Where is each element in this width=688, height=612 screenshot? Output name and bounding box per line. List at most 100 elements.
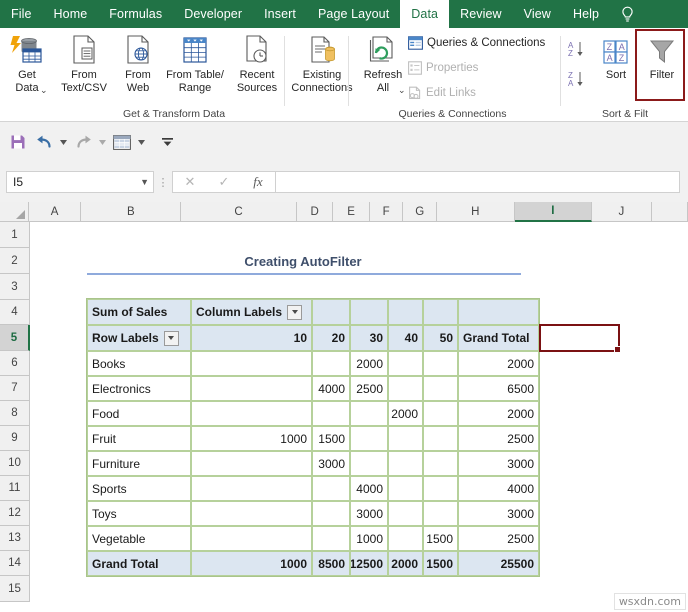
queries-connections-button[interactable]: Queries & Connections (408, 36, 545, 50)
pivot-cell-e (350, 426, 388, 451)
column-header-D[interactable]: D (297, 202, 334, 222)
recent-sources-button[interactable]: Recent Sources (228, 32, 286, 94)
confirm-icon[interactable]: ✓ (207, 172, 241, 192)
cancel-icon[interactable]: ✕ (173, 172, 207, 192)
row-header-2[interactable]: 2 (0, 248, 30, 274)
pivot-head-blank-g (423, 299, 458, 325)
row-header-15[interactable]: 15 (0, 576, 30, 602)
svg-text:Z: Z (619, 53, 625, 63)
pivot-cell-g (423, 476, 458, 501)
name-box[interactable]: I5 ▼ (6, 171, 154, 193)
column-header-C[interactable]: C (181, 202, 297, 222)
filter-label: Filter (649, 69, 675, 81)
existing-connections-label: Existing Connections (291, 69, 353, 94)
row-header-5[interactable]: 5 (0, 325, 30, 351)
pivot-cell-total: 3000 (458, 501, 539, 526)
tab-developer[interactable]: Developer (173, 0, 253, 28)
column-header-A[interactable]: A (28, 202, 82, 222)
pivot-row-label: Books (87, 351, 191, 376)
from-web-button[interactable]: From Web (112, 32, 164, 94)
row-header-4[interactable]: 4 (0, 300, 30, 325)
table-icon[interactable] (110, 130, 134, 154)
formula-input[interactable] (275, 171, 680, 193)
properties-button: Properties (408, 61, 478, 75)
save-icon[interactable] (6, 130, 30, 154)
row-header-3[interactable]: 3 (0, 274, 30, 300)
column-header-G[interactable]: G (403, 202, 437, 222)
row-header-12[interactable]: 12 (0, 501, 30, 526)
tab-view[interactable]: View (513, 0, 562, 28)
row-header-14[interactable]: 14 (0, 551, 30, 576)
pivot-row-labels-text: Row Labels (92, 331, 159, 345)
tab-file[interactable]: File (0, 0, 43, 28)
row-header-column: 1 2 3 4 5 6 7 8 9 10 11 12 13 14 15 (0, 222, 30, 602)
undo-chevron-down-icon[interactable] (58, 130, 69, 154)
recent-sources-icon (243, 32, 271, 66)
sort-descending-button[interactable]: Z A (568, 70, 590, 93)
row-header-9[interactable]: 9 (0, 426, 30, 451)
edit-links-label: Edit Links (426, 87, 476, 99)
from-text-csv-button[interactable]: From Text/CSV (54, 32, 114, 94)
group-divider (560, 36, 561, 106)
properties-icon (408, 61, 422, 75)
refresh-all-icon (367, 32, 399, 66)
tab-help[interactable]: Help (562, 0, 610, 28)
pivot-cell-d (312, 401, 350, 426)
column-header-B[interactable]: B (81, 202, 182, 222)
row-header-11[interactable]: 11 (0, 476, 30, 501)
pivot-sum-of-sales: Sum of Sales (87, 299, 191, 325)
table-chevron-down-icon[interactable] (136, 130, 147, 154)
ribbon-group-queries-connections: Refresh All ⌄ Queries & Connections Prop… (350, 28, 555, 122)
column-header-I[interactable]: I (514, 202, 593, 222)
pivot-column-labels-text: Column Labels (196, 305, 283, 319)
tab-insert[interactable]: Insert (253, 0, 307, 28)
column-header-H[interactable]: H (436, 202, 515, 222)
pivot-cell-total: 4000 (458, 476, 539, 501)
tab-home[interactable]: Home (43, 0, 99, 28)
lightbulb-icon[interactable] (610, 0, 644, 28)
row-header-13[interactable]: 13 (0, 526, 30, 551)
name-box-chevron-down-icon[interactable]: ▼ (140, 177, 149, 187)
edit-links-icon (409, 86, 421, 99)
pivot-row-label: Furniture (87, 451, 191, 476)
row-header-6[interactable]: 6 (0, 351, 30, 376)
pivot-grand-total-e: 12500 (350, 551, 388, 576)
column-header-E[interactable]: E (333, 202, 370, 222)
redo-icon[interactable] (71, 130, 95, 154)
more-options-icon[interactable] (155, 130, 179, 154)
pivot-cell-f (388, 351, 423, 376)
pivot-cell-c (191, 451, 312, 476)
column-header-K[interactable] (651, 202, 688, 222)
svg-text:Z: Z (568, 49, 573, 58)
pivot-cell-d (312, 476, 350, 501)
formula-bar-handle[interactable]: ⋮ (154, 176, 172, 189)
refresh-all-chevron-down-icon[interactable]: ⌄ (398, 85, 406, 96)
from-table-range-button[interactable]: From Table/ Range (160, 32, 230, 94)
sort-ascending-button[interactable]: A Z (568, 40, 590, 63)
filter-button[interactable]: Filter (640, 32, 684, 82)
pivot-col-header-40: 40 (388, 325, 423, 351)
row-header-10[interactable]: 10 (0, 451, 30, 476)
get-data-chevron-down-icon[interactable]: ⌄ (40, 85, 48, 96)
selected-cell-I5[interactable] (539, 324, 621, 353)
tab-page-layout[interactable]: Page Layout (307, 0, 400, 28)
pivot-head-blank-f (388, 299, 423, 325)
undo-icon[interactable] (32, 130, 56, 154)
tab-data[interactable]: Data (400, 0, 450, 28)
tab-formulas[interactable]: Formulas (98, 0, 173, 28)
column-header-F[interactable]: F (369, 202, 404, 222)
tab-review[interactable]: Review (449, 0, 513, 28)
row-header-1[interactable]: 1 (0, 222, 30, 248)
column-labels-filter-dropdown[interactable] (287, 304, 303, 320)
column-header-J[interactable]: J (592, 202, 652, 222)
redo-chevron-down-icon[interactable] (97, 130, 108, 154)
select-all-corner[interactable] (0, 202, 29, 222)
row-labels-filter-dropdown[interactable] (163, 330, 179, 346)
pivot-cell-d (312, 526, 350, 551)
sort-icon: Z A A Z (601, 32, 631, 66)
fx-icon[interactable]: fx (241, 172, 275, 192)
row-header-7[interactable]: 7 (0, 376, 30, 401)
row-header-8[interactable]: 8 (0, 401, 30, 426)
sort-button[interactable]: Z A A Z Sort (594, 32, 638, 82)
pivot-cell-e: 1000 (350, 526, 388, 551)
